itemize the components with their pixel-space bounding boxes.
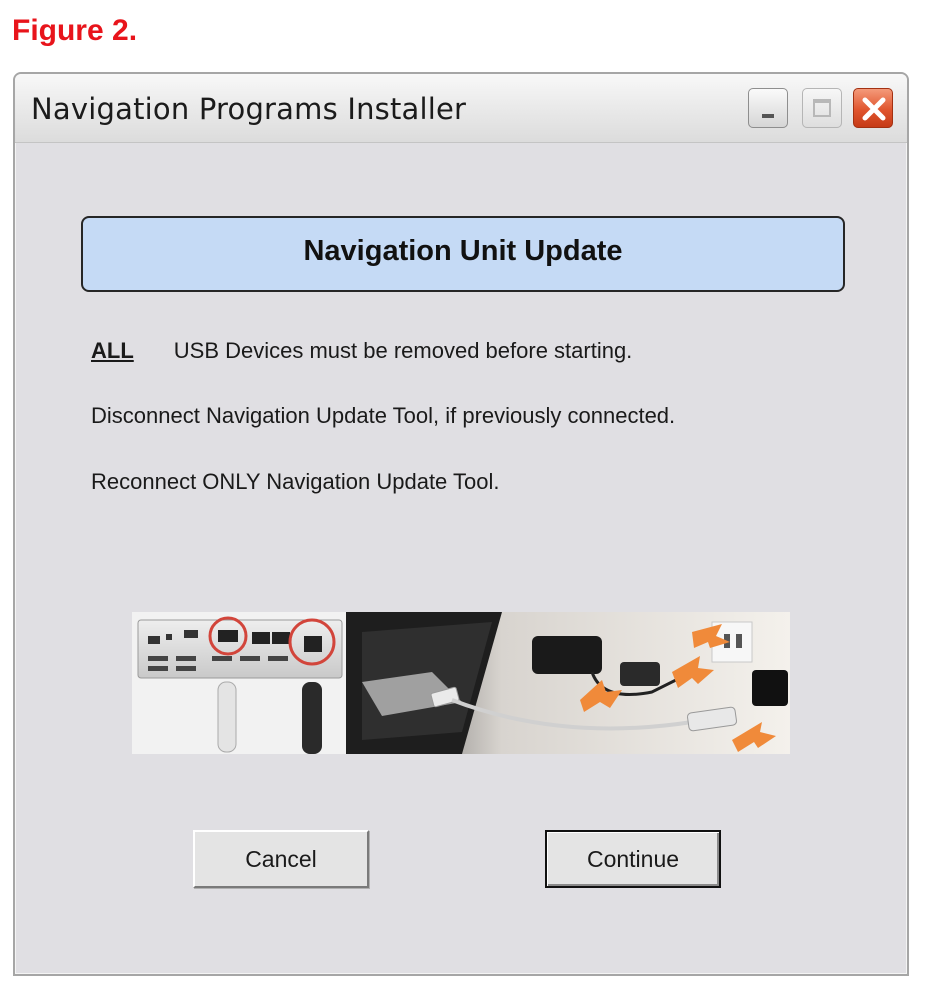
- instruction-emphasis: ALL: [91, 338, 134, 363]
- cancel-button[interactable]: Cancel: [193, 830, 369, 888]
- figure-label: Figure 2.: [12, 14, 138, 47]
- minimize-icon: [762, 114, 774, 118]
- instruction-line-1: ALL USB Devices must be removed before st…: [91, 338, 632, 364]
- instruction-line-3: Reconnect ONLY Navigation Update Tool.: [91, 469, 500, 494]
- close-button[interactable]: [853, 88, 893, 128]
- minimize-button[interactable]: [748, 88, 788, 128]
- close-icon: [862, 97, 886, 121]
- usb-connection-illustration: [132, 612, 790, 754]
- banner-title: Navigation Unit Update: [303, 235, 623, 267]
- maximize-button[interactable]: [802, 88, 842, 128]
- instruction-line-2: Disconnect Navigation Update Tool, if pr…: [91, 403, 676, 428]
- maximize-icon: [813, 99, 831, 117]
- installer-window: Navigation Programs Installer Navigation…: [13, 72, 909, 976]
- update-banner: Navigation Unit Update: [81, 216, 845, 292]
- instruction-text-1: USB Devices must be removed before start…: [173, 338, 633, 363]
- window-title: Navigation Programs Installer: [31, 92, 467, 126]
- title-bar[interactable]: Navigation Programs Installer: [15, 74, 907, 143]
- continue-button[interactable]: Continue: [545, 830, 721, 888]
